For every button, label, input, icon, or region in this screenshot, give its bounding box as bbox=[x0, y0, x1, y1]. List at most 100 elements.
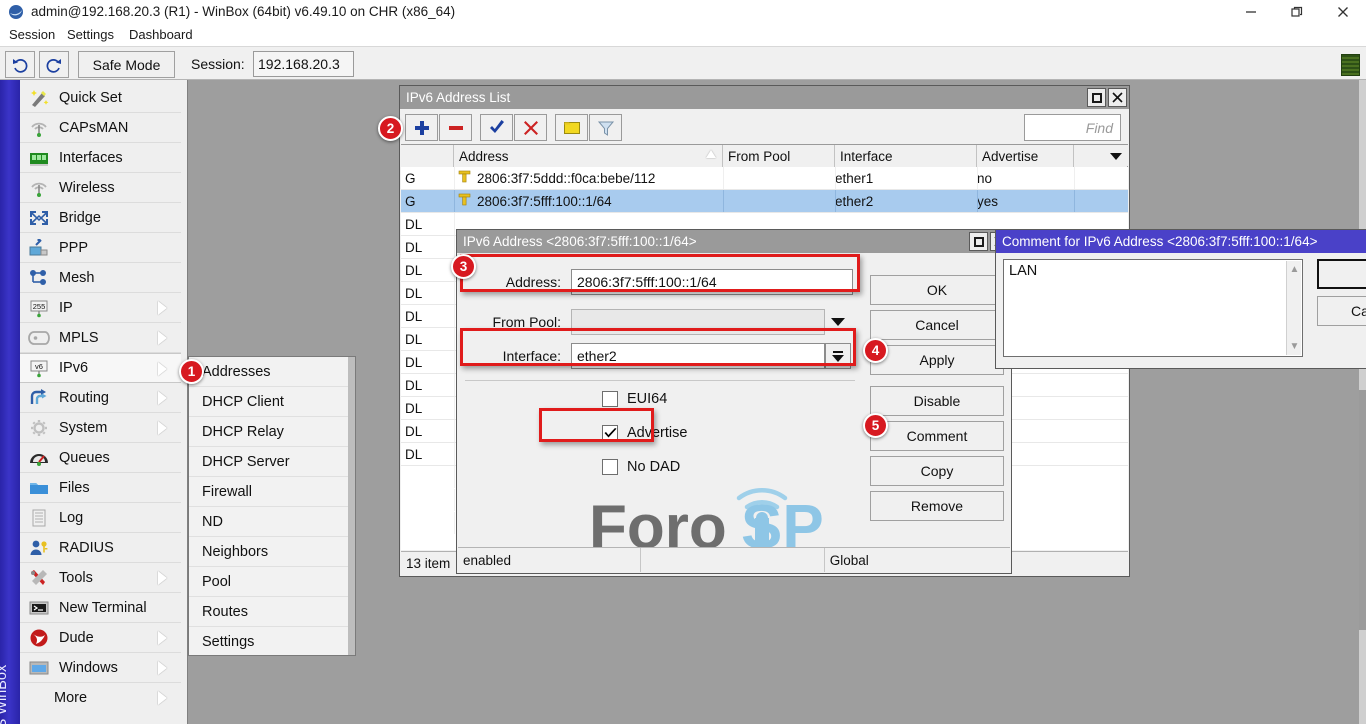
redo-button[interactable] bbox=[39, 51, 69, 78]
ipv6-address-dialog: IPv6 Address <2806:3f7:5fff:100::1/64> A… bbox=[456, 229, 1012, 574]
table-row[interactable]: G 2806:3f7:5ddd::f0ca:bebe/112 ether1 no bbox=[401, 167, 1128, 190]
sidebar-item-more[interactable]: More bbox=[20, 683, 181, 713]
address-input[interactable]: 2806:3f7:5fff:100::1/64 bbox=[571, 269, 853, 295]
submenu-item-dhcp-server[interactable]: DHCP Server bbox=[189, 447, 355, 477]
gear-icon bbox=[24, 415, 54, 441]
interface-dropdown-button[interactable] bbox=[825, 343, 851, 369]
sidebar-item-wireless[interactable]: Wireless bbox=[20, 173, 181, 203]
column-header-interface[interactable]: Interface bbox=[835, 145, 977, 167]
close-window-button[interactable] bbox=[1108, 88, 1127, 107]
comment-button[interactable]: Comment bbox=[870, 421, 1004, 451]
comment-ok-button[interactable] bbox=[1317, 259, 1366, 289]
column-chooser-button[interactable] bbox=[1105, 145, 1127, 167]
no-dad-checkbox-row[interactable]: No DAD bbox=[602, 456, 680, 478]
comment-cancel-button[interactable]: Ca bbox=[1317, 296, 1366, 326]
remove-button[interactable]: Remove bbox=[870, 491, 1004, 521]
sidebar-item-log[interactable]: Log bbox=[20, 503, 181, 533]
sidebar-item-ip[interactable]: 255 IP bbox=[20, 293, 181, 323]
comment-dialog-title-text: Comment for IPv6 Address <2806:3f7:5fff:… bbox=[1002, 234, 1317, 249]
sidebar-item-label: New Terminal bbox=[59, 600, 147, 616]
scroll-up-icon[interactable]: ▲ bbox=[1287, 262, 1302, 277]
status-scope: Global bbox=[825, 548, 1010, 572]
sidebar-item-new-terminal[interactable]: New Terminal bbox=[20, 593, 181, 623]
no-dad-label: No DAD bbox=[627, 459, 680, 475]
interface-input[interactable]: ether2 bbox=[571, 343, 825, 369]
sidebar-item-radius[interactable]: RADIUS bbox=[20, 533, 181, 563]
disable-button[interactable] bbox=[514, 114, 547, 141]
maximize-button[interactable] bbox=[1274, 0, 1320, 24]
restore-button[interactable] bbox=[1087, 88, 1106, 107]
search-input[interactable]: Find bbox=[1024, 114, 1121, 141]
row-address-text: 2806:3f7:5ddd::f0ca:bebe/112 bbox=[477, 171, 655, 186]
safe-mode-button[interactable]: Safe Mode bbox=[78, 51, 175, 78]
sidebar-item-mesh[interactable]: Mesh bbox=[20, 263, 181, 293]
from-pool-input[interactable] bbox=[571, 309, 825, 335]
close-button[interactable] bbox=[1320, 0, 1366, 24]
comment-textarea[interactable]: LAN ▲ ▼ bbox=[1003, 259, 1303, 357]
filter-button[interactable] bbox=[589, 114, 622, 141]
apply-button[interactable]: Apply bbox=[870, 345, 1004, 375]
comment-scrollbar[interactable]: ▲ ▼ bbox=[1286, 261, 1301, 355]
comment-button[interactable] bbox=[555, 114, 588, 141]
sidebar-item-tools[interactable]: Tools bbox=[20, 563, 181, 593]
sidebar-scrollbar[interactable] bbox=[1359, 80, 1366, 724]
eui64-checkbox[interactable] bbox=[602, 391, 618, 407]
advertise-checkbox-row[interactable]: Advertise bbox=[602, 422, 687, 444]
submenu-item-addresses[interactable]: Addresses bbox=[189, 357, 355, 387]
dialog-body: Address: 2806:3f7:5fff:100::1/64 From Po… bbox=[457, 253, 1011, 573]
column-header-extra[interactable] bbox=[1074, 145, 1108, 167]
sidebar-item-windows[interactable]: Windows bbox=[20, 653, 181, 683]
advertise-checkbox[interactable] bbox=[602, 425, 618, 441]
submenu-item-pool[interactable]: Pool bbox=[189, 567, 355, 597]
submenu-item-routes[interactable]: Routes bbox=[189, 597, 355, 627]
sidebar-item-system[interactable]: System bbox=[20, 413, 181, 443]
eui64-checkbox-row[interactable]: EUI64 bbox=[602, 388, 667, 410]
mpls-tag-icon bbox=[24, 325, 54, 351]
windows-icon bbox=[24, 655, 54, 681]
sidebar-item-interfaces[interactable]: Interfaces bbox=[20, 143, 181, 173]
menu-dashboard[interactable]: Dashboard bbox=[127, 27, 195, 42]
table-row[interactable]: G 2806:3f7:5fff:100::1/64 ether2 yes bbox=[401, 190, 1128, 213]
column-header-from-pool[interactable]: From Pool bbox=[723, 145, 835, 167]
menu-settings[interactable]: Settings bbox=[65, 27, 116, 42]
session-address-field[interactable]: 192.168.20.3 bbox=[253, 51, 354, 77]
sidebar-item-dude[interactable]: Dude bbox=[20, 623, 181, 653]
sidebar-item-quick-set[interactable]: Quick Set bbox=[20, 83, 181, 113]
undo-button[interactable] bbox=[5, 51, 35, 78]
minimize-button[interactable] bbox=[1228, 0, 1274, 24]
submenu-item-settings[interactable]: Settings bbox=[189, 627, 355, 657]
row-flag: DL bbox=[405, 374, 422, 396]
restore-button[interactable] bbox=[969, 232, 988, 251]
winbox-logo-icon bbox=[8, 4, 24, 20]
submenu-item-nd[interactable]: ND bbox=[189, 507, 355, 537]
sidebar-scrollbar-thumb[interactable] bbox=[1359, 390, 1366, 630]
remove-button[interactable] bbox=[439, 114, 472, 141]
scroll-down-icon[interactable]: ▼ bbox=[1287, 339, 1302, 354]
submenu-item-dhcp-relay[interactable]: DHCP Relay bbox=[189, 417, 355, 447]
column-header-address[interactable]: Address bbox=[454, 145, 723, 167]
add-button[interactable] bbox=[405, 114, 438, 141]
cancel-button[interactable]: Cancel bbox=[870, 310, 1004, 340]
sidebar-item-ppp[interactable]: PPP bbox=[20, 233, 181, 263]
sidebar-item-bridge[interactable]: Bridge bbox=[20, 203, 181, 233]
column-header-flags[interactable] bbox=[401, 145, 454, 167]
copy-button[interactable]: Copy bbox=[870, 456, 1004, 486]
disable-button[interactable]: Disable bbox=[870, 386, 1004, 416]
enable-button[interactable] bbox=[480, 114, 513, 141]
submenu-item-firewall[interactable]: Firewall bbox=[189, 477, 355, 507]
sidebar-item-queues[interactable]: Queues bbox=[20, 443, 181, 473]
submenu-item-dhcp-client[interactable]: DHCP Client bbox=[189, 387, 355, 417]
submenu-item-neighbors[interactable]: Neighbors bbox=[189, 537, 355, 567]
sidebar-item-capsman[interactable]: CAPsMAN bbox=[20, 113, 181, 143]
sidebar-item-mpls[interactable]: MPLS bbox=[20, 323, 181, 353]
sidebar-item-files[interactable]: Files bbox=[20, 473, 181, 503]
menu-session[interactable]: Session bbox=[7, 27, 57, 42]
sidebar-item-routing[interactable]: Routing bbox=[20, 383, 181, 413]
from-pool-dropdown-button[interactable] bbox=[825, 309, 851, 335]
grid-header: Address From Pool Interface Advertise bbox=[401, 144, 1128, 167]
no-dad-checkbox[interactable] bbox=[602, 459, 618, 475]
ok-button[interactable]: OK bbox=[870, 275, 1004, 305]
sidebar-item-ipv6[interactable]: v6 IPv6 bbox=[20, 353, 181, 383]
submenu-scrollbar[interactable] bbox=[348, 357, 355, 655]
column-header-advertise[interactable]: Advertise bbox=[977, 145, 1074, 167]
